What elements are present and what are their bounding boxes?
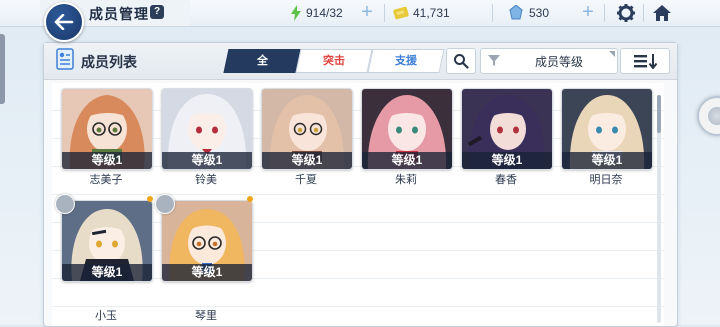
role-filter-tabs: 全 突击 支援 [223, 49, 445, 73]
member-level: 等级1 [562, 152, 652, 169]
member-card[interactable]: 等级1 [361, 88, 453, 170]
member-name: 明日奈 [589, 174, 623, 186]
member-level: 等级1 [362, 152, 452, 169]
new-indicator [247, 196, 253, 202]
gems-counter: 530 [509, 0, 549, 26]
member-name: 琴里 [195, 310, 217, 322]
member-level: 等级1 [462, 152, 552, 169]
member-card[interactable]: 等级1 [161, 88, 253, 170]
member-card[interactable]: 等级1 [161, 200, 253, 282]
side-drawer-handle[interactable] [0, 34, 5, 104]
ticket-icon [393, 6, 409, 20]
gems-value: 530 [529, 6, 550, 20]
crystal-icon [509, 5, 523, 20]
panel-header: 成员列表 全 突击 支援 成员等级 [44, 43, 677, 80]
tab-all[interactable]: 全 [223, 49, 301, 73]
tab-assault[interactable]: 突击 [295, 49, 373, 73]
pin-icon[interactable] [155, 194, 175, 214]
member-card[interactable]: 等级1 [261, 88, 353, 170]
credits-counter: 41,731 [393, 0, 450, 26]
search-icon [454, 54, 469, 69]
member-name: 志美子 [89, 174, 123, 186]
tab-support[interactable]: 支援 [367, 49, 445, 73]
lightning-icon [291, 5, 301, 21]
divider [604, 4, 605, 22]
member-name: 春香 [495, 174, 517, 186]
help-icon[interactable]: ? [150, 5, 164, 19]
member-card[interactable]: 等级1 [61, 88, 153, 170]
divider [384, 4, 385, 22]
member-card[interactable]: 等级1 [561, 88, 653, 170]
page-title: 成员管理 [89, 6, 149, 22]
gear-icon[interactable] [616, 3, 636, 23]
stamina-value: 914/32 [306, 6, 343, 20]
scrollbar-thumb[interactable] [657, 95, 661, 133]
back-button[interactable] [44, 2, 84, 42]
stamina-counter: 914/32 [290, 0, 343, 26]
corner-mark-icon [609, 51, 615, 57]
gems-add-button[interactable]: + [579, 2, 597, 22]
divider [643, 4, 644, 22]
new-indicator [147, 196, 153, 202]
member-card[interactable]: 等级1 [461, 88, 553, 170]
member-name: 铃美 [195, 174, 217, 186]
member-name: 千夏 [295, 174, 317, 186]
filter-icon [488, 55, 500, 66]
member-card[interactable]: 等级1 [61, 200, 153, 282]
pin-icon[interactable] [55, 194, 75, 214]
member-level: 等级1 [162, 264, 252, 281]
member-level: 等级1 [162, 152, 252, 169]
search-button[interactable] [446, 48, 476, 74]
member-level: 等级1 [62, 152, 152, 169]
sort-label: 成员等级 [534, 55, 583, 69]
member-level: 等级1 [62, 264, 152, 281]
home-icon[interactable] [652, 3, 672, 23]
member-level: 等级1 [262, 152, 352, 169]
stamina-add-button[interactable]: + [358, 2, 376, 22]
member-name: 朱莉 [395, 174, 417, 186]
sort-select[interactable]: 成员等级 [480, 48, 618, 74]
sort-order-icon [634, 54, 658, 69]
side-menu-knob[interactable] [697, 96, 720, 136]
member-name: 小玉 [95, 310, 117, 322]
divider [492, 4, 493, 22]
panel-title: 成员列表 [81, 54, 137, 70]
sort-order-button[interactable] [620, 48, 670, 74]
top-bar: 成员管理 ? 914/32 + 41,731 530 + [0, 0, 720, 27]
credits-value: 41,731 [413, 6, 450, 20]
member-list-icon [56, 48, 74, 70]
arrow-left-icon [54, 14, 74, 30]
